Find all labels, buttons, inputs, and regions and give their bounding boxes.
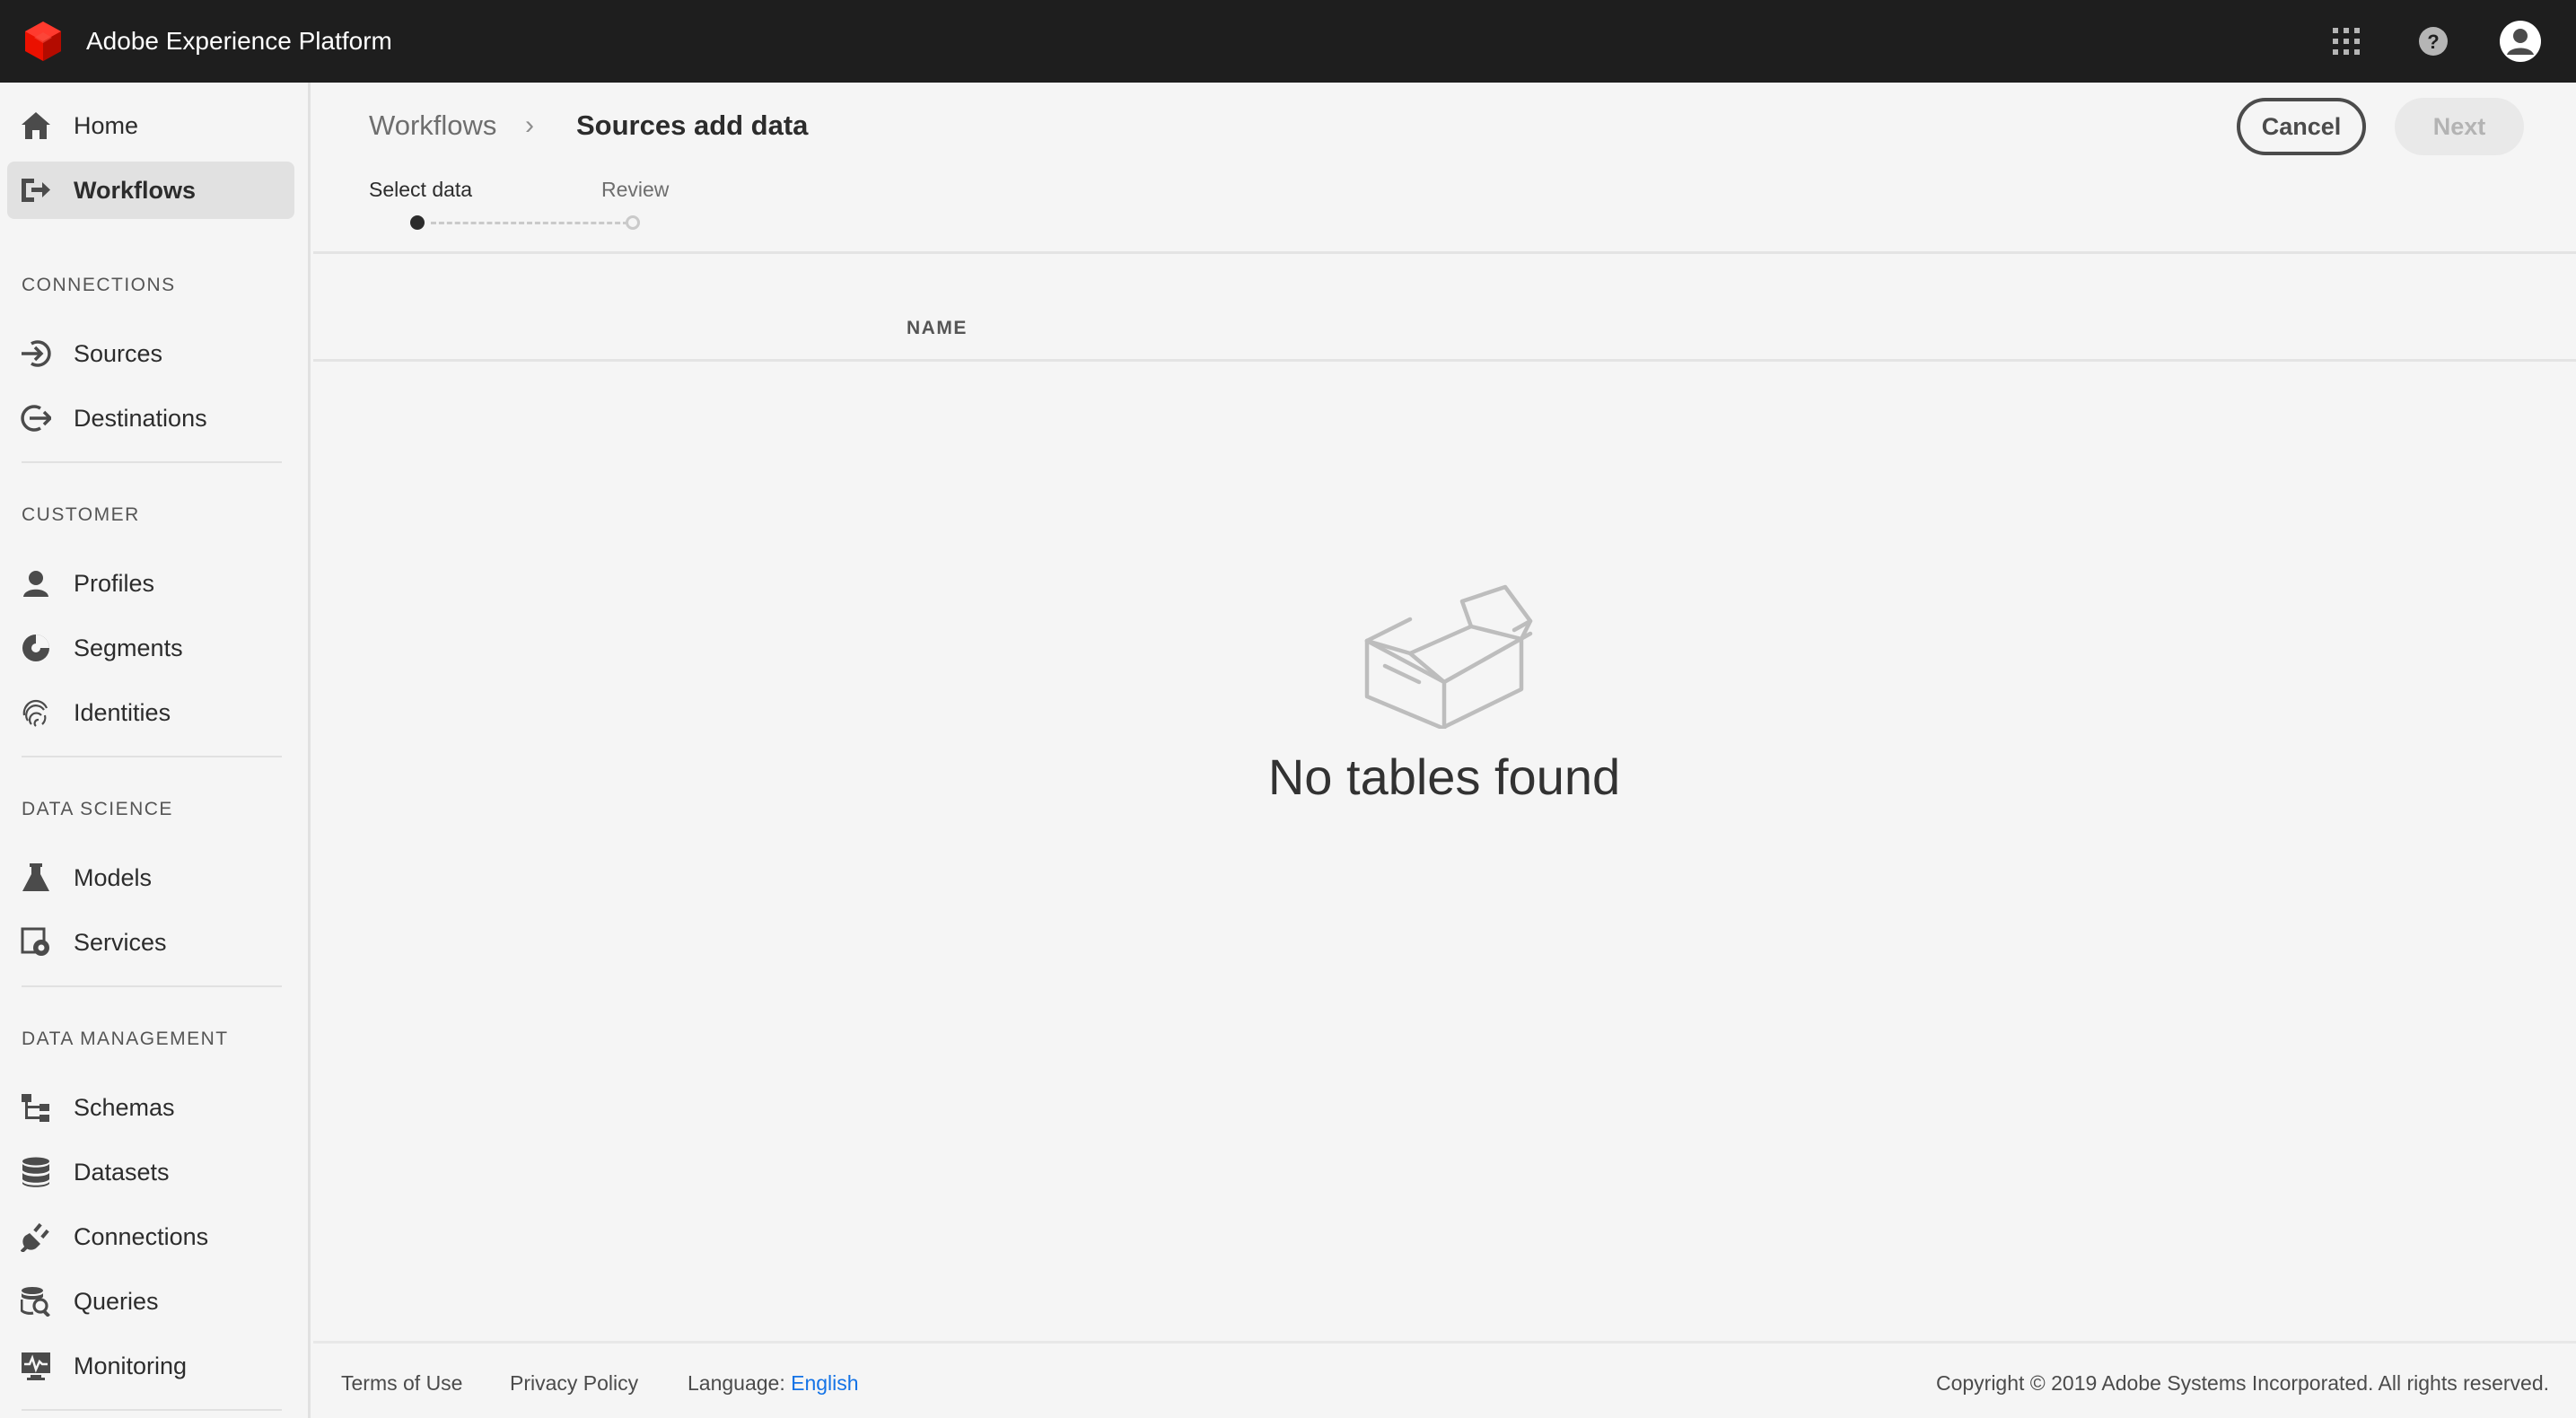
fingerprint-icon xyxy=(20,696,52,729)
flask-icon xyxy=(20,862,52,894)
sidebar-divider xyxy=(22,756,282,757)
adobe-logo-icon[interactable] xyxy=(22,20,65,63)
profile-icon xyxy=(20,567,52,600)
sidebar-item-label: Schemas xyxy=(74,1094,175,1121)
sidebar-item-label: Connections xyxy=(74,1223,209,1250)
language-selector: Language: English xyxy=(688,1370,859,1396)
sidebar-item-label: Segments xyxy=(74,635,183,661)
sidebar-item-models[interactable]: Models xyxy=(7,849,294,906)
sidebar-item-queries[interactable]: Queries xyxy=(7,1273,294,1330)
empty-box-icon xyxy=(1345,567,1543,731)
help-icon[interactable]: ? xyxy=(2412,20,2455,63)
language-link[interactable]: English xyxy=(791,1371,858,1395)
language-label: Language: xyxy=(688,1371,785,1395)
step-select-data-label: Select data xyxy=(369,178,473,201)
sidebar-item-label: Identities xyxy=(74,699,171,726)
sidebar-item-label: Datasets xyxy=(74,1159,170,1186)
step-indicator-active xyxy=(410,215,425,230)
services-gear-icon xyxy=(20,926,52,958)
sidebar-nav: Home Workflows CONNECTIONS Sources Desti… xyxy=(0,83,311,1418)
sidebar-item-label: Queries xyxy=(74,1288,159,1315)
workflows-icon xyxy=(20,174,52,206)
table-header-divider xyxy=(313,359,2576,362)
sidebar-item-monitoring[interactable]: Monitoring xyxy=(7,1337,294,1395)
copyright-text: Copyright © 2019 Adobe Systems Incorpora… xyxy=(1935,1371,2549,1395)
database-icon xyxy=(20,1156,52,1188)
section-heading-customer: CUSTOMER xyxy=(22,504,140,525)
section-heading-data-science: DATA SCIENCE xyxy=(22,799,173,819)
segments-icon xyxy=(20,632,52,664)
footer-divider xyxy=(313,1341,2576,1344)
sidebar-item-label: Profiles xyxy=(74,570,155,597)
section-heading-connections: CONNECTIONS xyxy=(22,275,176,295)
sidebar-item-label: Monitoring xyxy=(74,1352,188,1379)
sidebar-item-connections[interactable]: Connections xyxy=(7,1208,294,1265)
empty-state-message: No tables found xyxy=(1267,748,1621,805)
sidebar-item-schemas[interactable]: Schemas xyxy=(7,1079,294,1136)
breadcrumb-workflows[interactable]: Workflows xyxy=(369,108,496,144)
step-indicator-inactive xyxy=(626,215,640,230)
app-title: Adobe Experience Platform xyxy=(86,27,392,55)
breadcrumb-separator-icon: › xyxy=(525,110,534,140)
privacy-policy-link[interactable]: Privacy Policy xyxy=(510,1370,638,1396)
sidebar-item-sources[interactable]: Sources xyxy=(7,325,294,382)
sources-icon xyxy=(20,337,52,370)
sidebar-item-datasets[interactable]: Datasets xyxy=(7,1143,294,1201)
sidebar-item-label: Services xyxy=(74,929,167,956)
home-icon xyxy=(20,109,52,142)
user-avatar-icon[interactable] xyxy=(2499,20,2542,63)
query-icon xyxy=(20,1285,52,1317)
section-heading-data-management: DATA MANAGEMENT xyxy=(22,1028,229,1049)
sidebar-divider xyxy=(22,1409,282,1411)
apps-grid-icon[interactable] xyxy=(2325,20,2368,63)
sidebar-item-label: Home xyxy=(74,112,139,139)
plug-icon xyxy=(20,1221,52,1253)
sidebar-item-home[interactable]: Home xyxy=(7,97,294,154)
step-connector xyxy=(431,222,628,224)
sidebar-item-profiles[interactable]: Profiles xyxy=(7,555,294,612)
monitoring-icon xyxy=(20,1350,52,1382)
destinations-icon xyxy=(20,402,52,434)
sidebar-item-destinations[interactable]: Destinations xyxy=(7,390,294,447)
svg-text:?: ? xyxy=(2427,31,2439,53)
sidebar-item-workflows[interactable]: Workflows xyxy=(7,162,294,219)
sidebar-divider xyxy=(22,985,282,987)
cancel-button[interactable]: Cancel xyxy=(2237,98,2366,155)
sidebar-item-segments[interactable]: Segments xyxy=(7,619,294,677)
step-review-label: Review xyxy=(601,178,670,201)
schema-icon xyxy=(20,1091,52,1124)
page-title: Sources add data xyxy=(576,109,809,141)
sidebar-divider xyxy=(22,461,282,463)
terms-of-use-link[interactable]: Terms of Use xyxy=(341,1370,462,1396)
main-content: Workflows › Sources add data Cancel Next… xyxy=(313,83,2576,1418)
sidebar-item-label: Models xyxy=(74,864,153,891)
sidebar-item-services[interactable]: Services xyxy=(7,914,294,971)
sidebar-item-identities[interactable]: Identities xyxy=(7,684,294,741)
top-bar: Adobe Experience Platform ? xyxy=(0,0,2576,83)
next-button[interactable]: Next xyxy=(2395,98,2524,155)
column-header-name[interactable]: NAME xyxy=(907,316,968,341)
header-divider xyxy=(313,251,2576,254)
sidebar-item-label: Sources xyxy=(74,340,163,367)
sidebar-item-label: Destinations xyxy=(74,405,207,432)
sidebar-item-label: Workflows xyxy=(74,177,197,204)
